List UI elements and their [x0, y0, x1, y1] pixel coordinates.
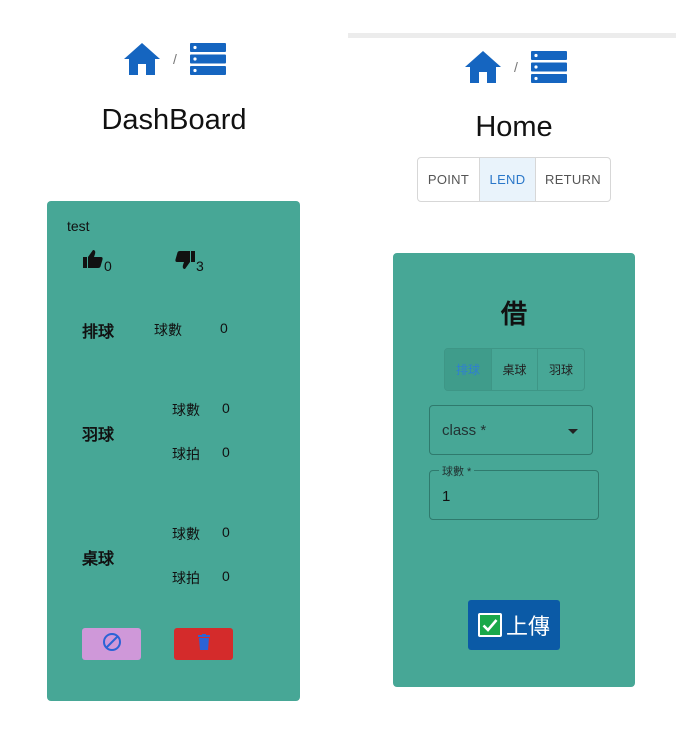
- list-icon[interactable]: [530, 50, 568, 84]
- sport-toggle-tabletennis[interactable]: 桌球: [492, 349, 538, 390]
- volleyball-balls-label: 球數: [154, 322, 182, 338]
- breadcrumb: /: [464, 50, 568, 84]
- badminton-balls-value: 0: [222, 400, 230, 416]
- sport-toggle-volleyball[interactable]: 排球: [445, 349, 492, 390]
- badminton-balls-label: 球數: [172, 402, 200, 418]
- thumb-down-icon[interactable]: [175, 251, 195, 274]
- checkbox-icon: [477, 613, 502, 637]
- page-title: DashBoard: [101, 104, 247, 136]
- like-count: 0: [104, 258, 112, 274]
- upload-button-label: 上傳: [505, 614, 550, 639]
- ban-button[interactable]: [82, 628, 141, 660]
- home-icon[interactable]: [123, 42, 161, 76]
- class-select[interactable]: class *: [429, 405, 593, 455]
- sport-label-volleyball: 排球: [82, 324, 115, 341]
- volleyball-balls-value: 0: [220, 320, 228, 336]
- tab-return[interactable]: RETURN: [536, 158, 610, 201]
- tabletennis-rackets-value: 0: [222, 568, 230, 584]
- sport-label-tabletennis: 桌球: [82, 551, 115, 568]
- badminton-rackets-label: 球拍: [172, 446, 200, 462]
- tabletennis-balls-label: 球數: [172, 526, 200, 542]
- form-heading: 借: [500, 299, 527, 329]
- tabletennis-rackets-label: 球拍: [172, 570, 200, 586]
- sport-toggle-badminton[interactable]: 羽球: [538, 349, 584, 390]
- thumb-up-icon[interactable]: [83, 250, 103, 273]
- class-select-placeholder: class *: [442, 422, 487, 439]
- trash-icon: [197, 633, 210, 655]
- upload-button[interactable]: 上傳: [468, 600, 560, 650]
- mode-tabs: POINT LEND RETURN: [417, 157, 611, 202]
- breadcrumb-separator: /: [173, 51, 177, 67]
- top-divider: [348, 33, 676, 38]
- tab-point[interactable]: POINT: [418, 158, 480, 201]
- ball-count-label: 球數 *: [439, 463, 475, 479]
- user-name: test: [67, 218, 90, 234]
- page-title: Home: [475, 111, 553, 143]
- list-icon[interactable]: [189, 42, 227, 76]
- badminton-rackets-value: 0: [222, 444, 230, 460]
- ban-icon: [102, 632, 122, 657]
- breadcrumb: /: [123, 42, 227, 76]
- home-icon[interactable]: [464, 50, 502, 84]
- caret-down-icon: [568, 429, 578, 434]
- breadcrumb-separator: /: [514, 59, 518, 75]
- sport-toggle-group: 排球 桌球 羽球: [444, 348, 585, 391]
- ball-count-value: 1: [442, 488, 451, 505]
- dislike-count: 3: [196, 258, 204, 274]
- tab-lend[interactable]: LEND: [480, 158, 536, 201]
- delete-button[interactable]: [174, 628, 233, 660]
- sport-label-badminton: 羽球: [82, 427, 115, 444]
- ball-count-field[interactable]: 球數 * 1: [429, 463, 599, 520]
- tabletennis-balls-value: 0: [222, 524, 230, 540]
